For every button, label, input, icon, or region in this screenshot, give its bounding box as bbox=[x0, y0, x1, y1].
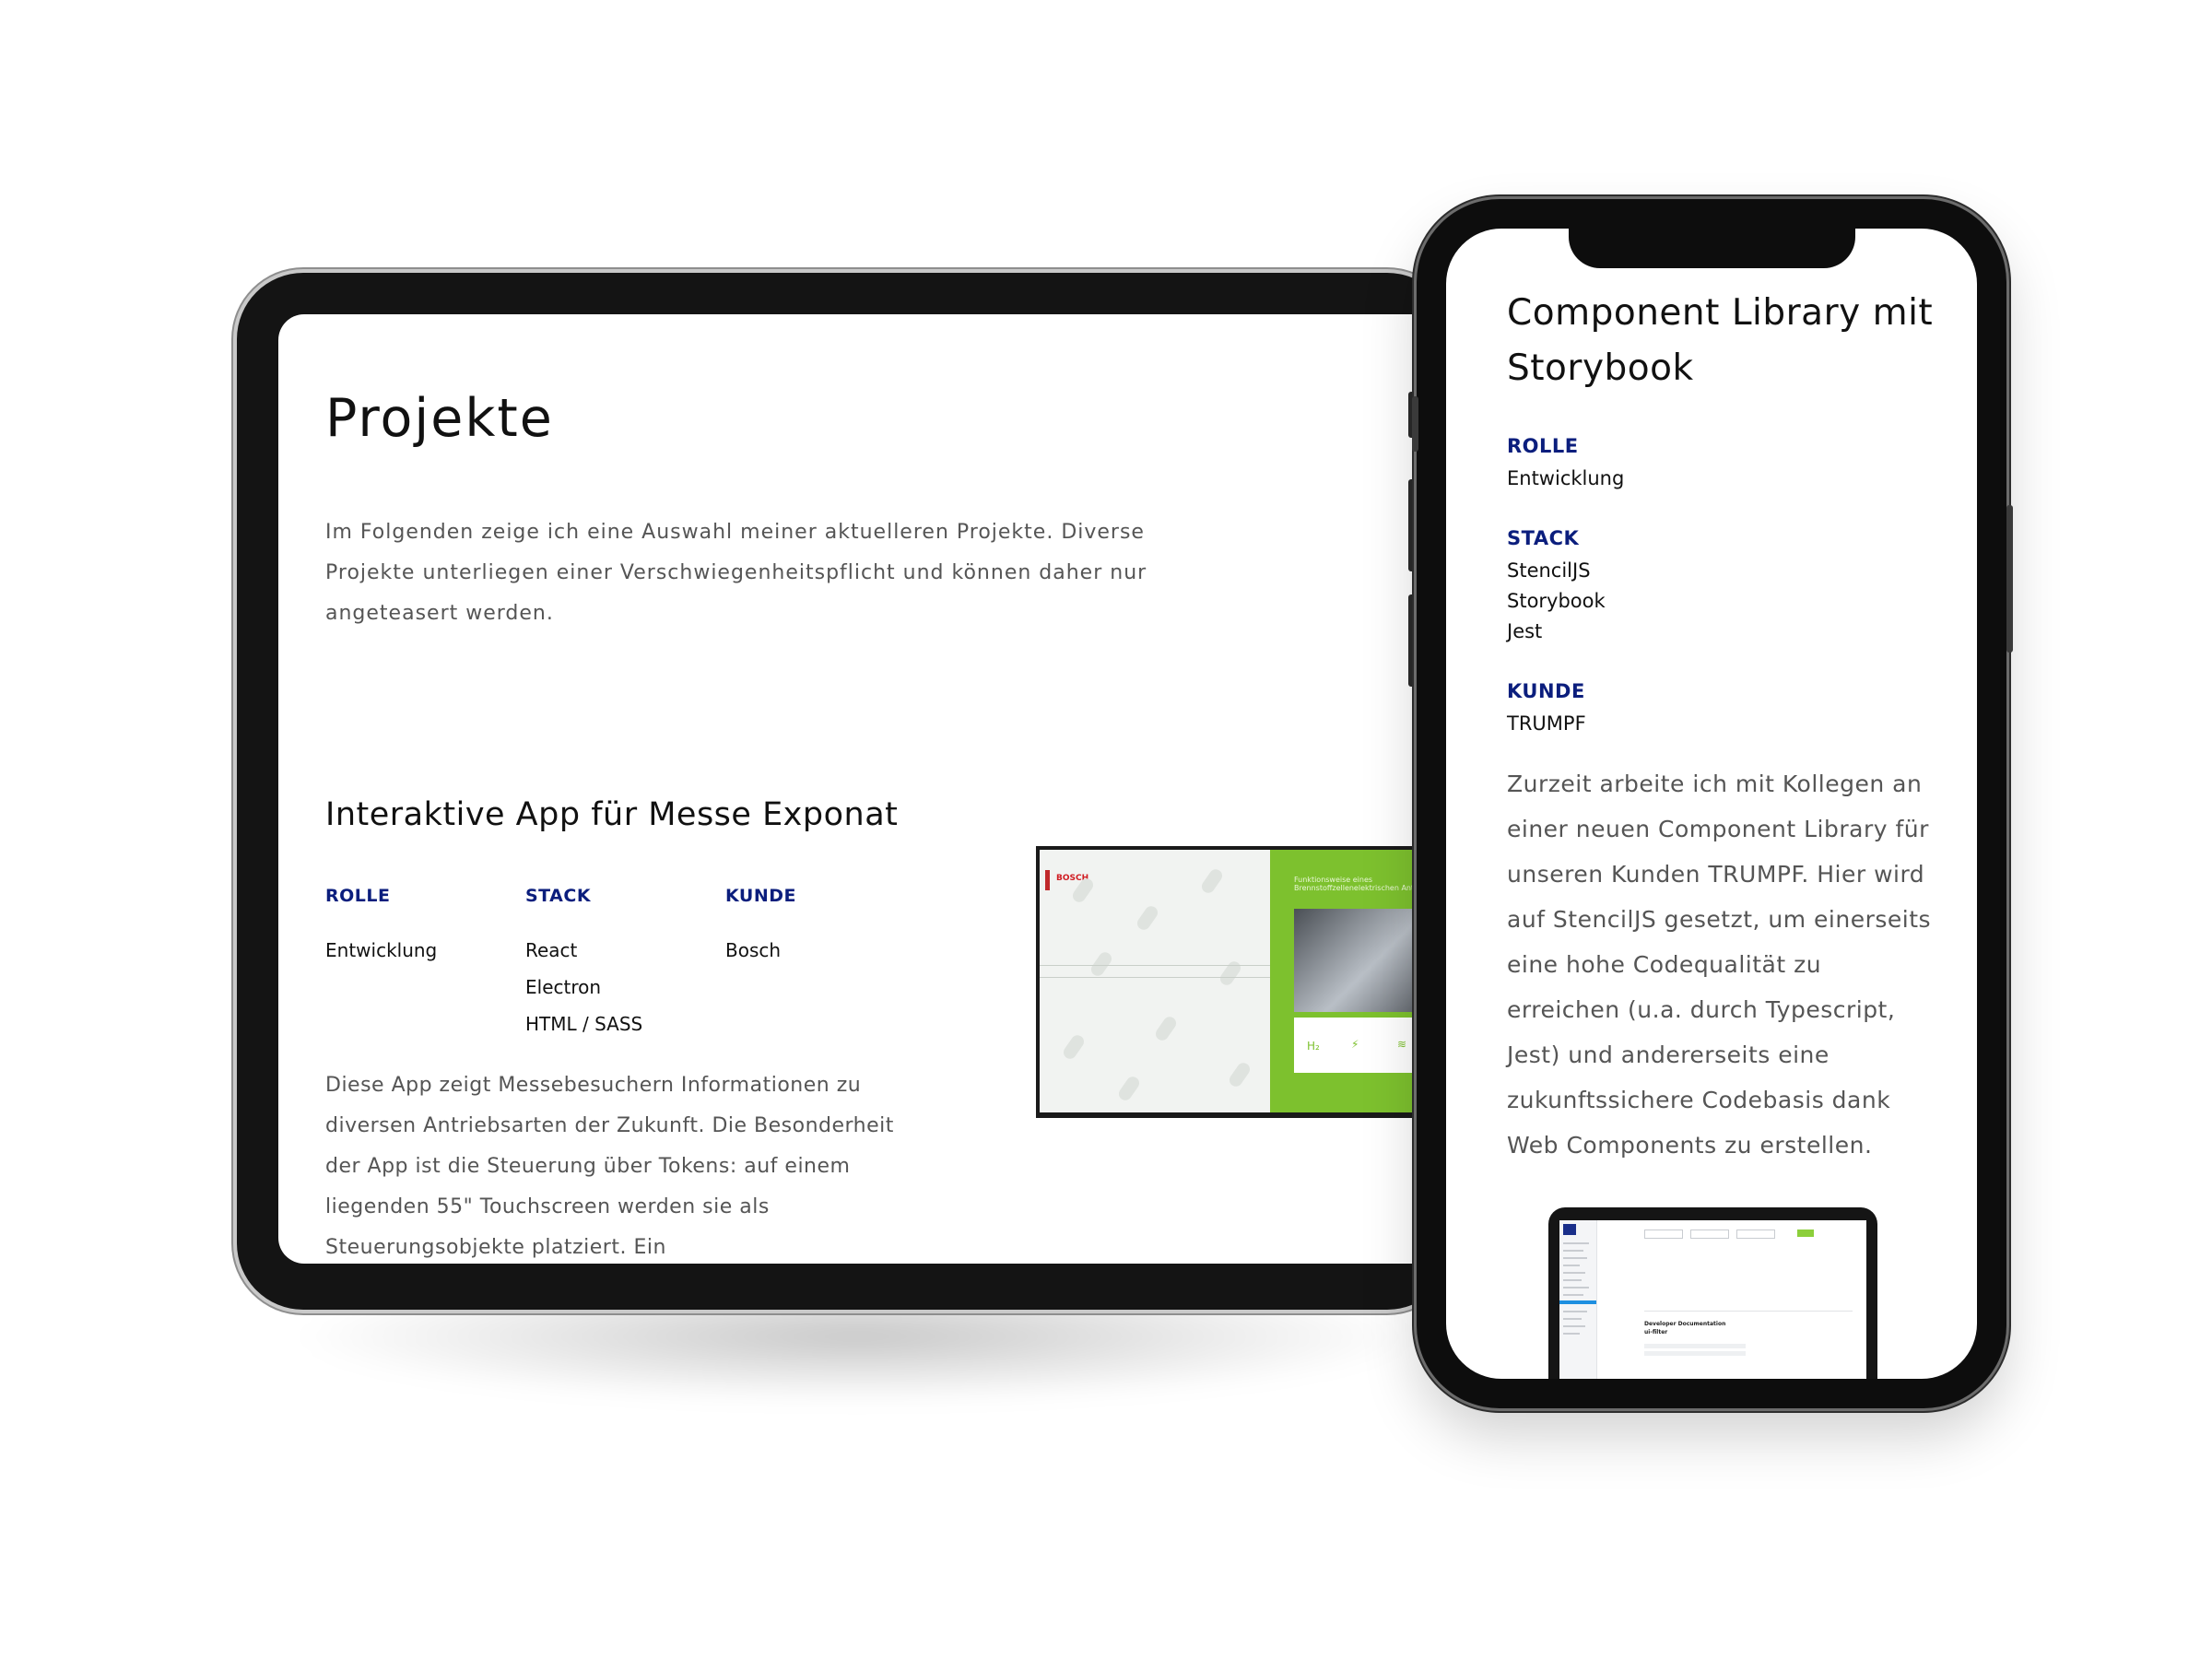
storybook-sidebar bbox=[1559, 1220, 1597, 1379]
sidebar-line bbox=[1563, 1272, 1585, 1274]
stack-item: React bbox=[525, 939, 578, 961]
project-title: Interaktive App für Messe Exponat bbox=[325, 796, 899, 833]
kunde-value: Bosch bbox=[725, 939, 782, 961]
stack-item: Electron bbox=[525, 976, 602, 998]
divider bbox=[1644, 1311, 1853, 1312]
phone-stack-item: Jest bbox=[1507, 620, 1543, 642]
sidebar-line bbox=[1563, 1242, 1589, 1244]
token-icon bbox=[1153, 1014, 1179, 1043]
props-table bbox=[1644, 1351, 1746, 1356]
stack-column: STACK React Electron HTML / SASS bbox=[525, 886, 710, 1042]
token-icon bbox=[1116, 1074, 1142, 1103]
sidebar-line bbox=[1563, 1265, 1580, 1266]
phone-notch bbox=[1569, 229, 1855, 268]
phone-rolle-value: Entwicklung bbox=[1507, 467, 1625, 489]
phone-stack-label: STACK bbox=[1507, 527, 1580, 549]
token-icon bbox=[1061, 1032, 1087, 1062]
rolle-label: ROLLE bbox=[325, 886, 391, 906]
kunde-label: KUNDE bbox=[725, 886, 796, 906]
sidebar-line bbox=[1563, 1250, 1583, 1252]
sidebar-line bbox=[1563, 1287, 1589, 1288]
sidebar-line bbox=[1563, 1279, 1582, 1281]
divider bbox=[1040, 977, 1270, 978]
filter-dropdown bbox=[1690, 1230, 1729, 1239]
token-icon bbox=[1199, 866, 1225, 896]
doc-title-text: Developer Documentation bbox=[1644, 1321, 1726, 1327]
tablet-screen: Projekte Im Folgenden zeige ich eine Aus… bbox=[278, 314, 1495, 1264]
sidebar-line bbox=[1563, 1325, 1585, 1327]
stack-item: HTML / SASS bbox=[525, 1013, 643, 1035]
stack-label: STACK bbox=[525, 886, 592, 906]
phone-kunde-label: KUNDE bbox=[1507, 680, 1585, 702]
token-icon bbox=[1227, 1060, 1253, 1089]
sidebar-line bbox=[1563, 1257, 1587, 1259]
sidebar-line bbox=[1563, 1294, 1583, 1296]
phone-device: Component Library mit Storybook ROLLE En… bbox=[1417, 199, 2006, 1408]
tablet-page-content: Projekte Im Folgenden zeige ich eine Aus… bbox=[325, 314, 1477, 1264]
storybook-screenshot[interactable]: Developer Documentation ui-filter bbox=[1548, 1207, 1877, 1379]
rolle-column: ROLLE Entwicklung bbox=[325, 886, 510, 969]
phone-project-title: Component Library mit Storybook bbox=[1507, 292, 1934, 389]
rolle-value: Entwicklung bbox=[325, 939, 438, 961]
page-title: Projekte bbox=[325, 388, 554, 449]
sidebar-line bbox=[1563, 1311, 1587, 1312]
sidebar-line bbox=[1563, 1318, 1582, 1320]
hydrogen-icon: H₂ bbox=[1307, 1040, 1320, 1053]
props-table bbox=[1644, 1344, 1746, 1348]
divider bbox=[1040, 965, 1270, 966]
sidebar-active-item bbox=[1559, 1300, 1596, 1304]
project-screenshot[interactable]: BOSCH Funktionsweise eines Brennstoffzel… bbox=[1036, 846, 1464, 1118]
phone-stack-item: StencilJS bbox=[1507, 559, 1591, 582]
trumpf-logo bbox=[1563, 1224, 1576, 1235]
storybook-screen: Developer Documentation ui-filter bbox=[1559, 1220, 1866, 1379]
project-description: Diese App zeigt Messebesuchern Informati… bbox=[325, 1074, 894, 1259]
screenshot-map-panel: BOSCH bbox=[1040, 850, 1270, 1112]
intro-text: Im Folgenden zeige ich eine Auswahl mein… bbox=[325, 521, 1147, 625]
token-icon bbox=[1088, 949, 1114, 979]
kunde-column: KUNDE Bosch bbox=[725, 886, 910, 969]
brand-strip bbox=[1045, 870, 1050, 890]
tablet-device: Projekte Im Folgenden zeige ich eine Aus… bbox=[237, 273, 1495, 1310]
doc-subtitle: ui-filter bbox=[1644, 1329, 1668, 1335]
token-icon bbox=[1135, 903, 1160, 933]
phone-volume-button bbox=[1412, 396, 1418, 452]
phone-side-button bbox=[2006, 505, 2013, 653]
waves-icon: ≋ bbox=[1397, 1038, 1407, 1051]
doc-title: Developer Documentation ui-filter bbox=[1644, 1320, 1725, 1336]
phone-screen: Component Library mit Storybook ROLLE En… bbox=[1446, 229, 1977, 1379]
token-icon bbox=[1218, 959, 1243, 988]
sidebar-line bbox=[1563, 1333, 1580, 1335]
lightning-icon: ⚡ bbox=[1351, 1038, 1359, 1051]
apply-button bbox=[1797, 1230, 1814, 1237]
phone-project-description: Zurzeit arbeite ich mit Kollegen an eine… bbox=[1507, 771, 1932, 1159]
phone-stack-item: Storybook bbox=[1507, 590, 1606, 612]
filter-dropdown bbox=[1736, 1230, 1775, 1239]
phone-kunde-value: TRUMPF bbox=[1507, 712, 1586, 735]
filter-dropdown bbox=[1644, 1230, 1683, 1239]
phone-rolle-label: ROLLE bbox=[1507, 435, 1579, 457]
